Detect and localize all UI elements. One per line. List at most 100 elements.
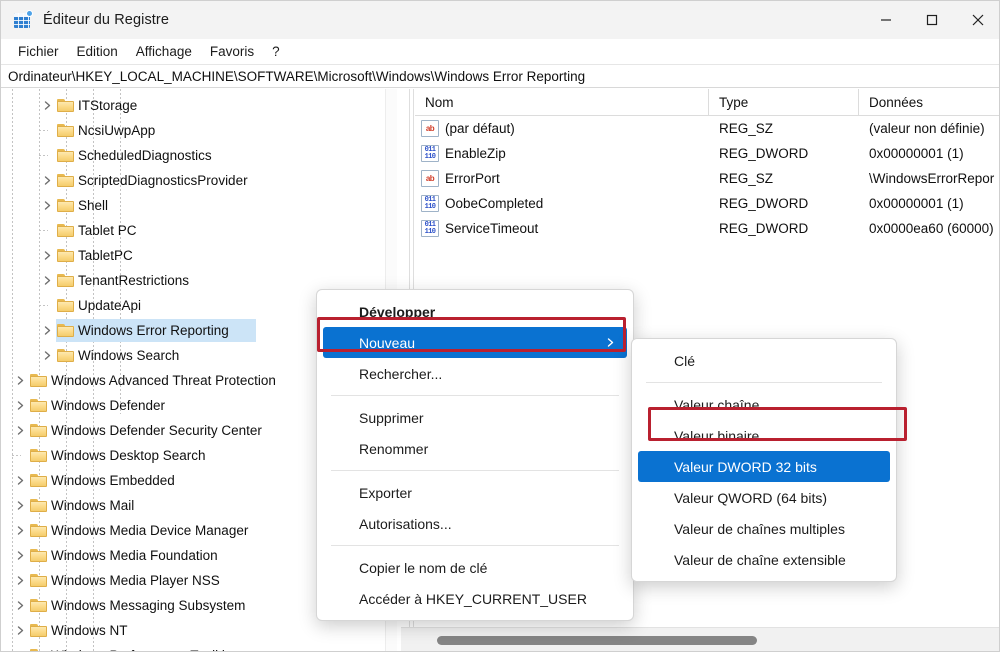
- values-scrollbar-thumb[interactable]: [437, 636, 757, 645]
- tree-item-windows-performance-toolkit[interactable]: Windows Performance Toolkit: [1, 643, 397, 651]
- chevron-right-icon[interactable]: [39, 93, 55, 118]
- menu-edition[interactable]: Edition: [68, 41, 127, 62]
- chevron-right-icon[interactable]: [12, 568, 28, 593]
- chevron-right-icon[interactable]: [39, 318, 55, 343]
- tree-item-tabletpc[interactable]: TabletPC: [1, 243, 397, 268]
- submenu-valeur-cha-ne[interactable]: Valeur chaîne: [632, 389, 896, 420]
- chevron-right-icon[interactable]: [12, 618, 28, 643]
- title-bar: Éditeur du Registre: [1, 1, 999, 39]
- tree-indent-spacer: [1, 243, 39, 268]
- folder-icon: [55, 343, 75, 368]
- tree-item-label: UpdateApi: [78, 298, 142, 313]
- submenu-valeur-qword-64-bits[interactable]: Valeur QWORD (64 bits): [632, 482, 896, 513]
- menu-copier-le-nom-de-cl[interactable]: Copier le nom de clé: [317, 552, 633, 583]
- tree-item-label: TenantRestrictions: [78, 273, 190, 288]
- menu-favoris[interactable]: Favoris: [201, 41, 263, 62]
- tree-item-label: NcsiUwpApp: [78, 123, 156, 138]
- value-row[interactable]: ab ErrorPort REG_SZ \WindowsErrorRepor: [415, 166, 999, 191]
- value-row[interactable]: 011 110 EnableZip REG_DWORD 0x00000001 (1): [415, 141, 999, 166]
- value-data: 0x00000001 (1): [869, 146, 964, 161]
- menu-d-velopper[interactable]: Développer: [317, 296, 633, 327]
- tree-item-label: Shell: [78, 198, 109, 213]
- tree-item-ncsiuwpapp[interactable]: NcsiUwpApp: [1, 118, 397, 143]
- value-row[interactable]: 011 110 ServiceTimeout REG_DWORD 0x0000ea60 …: [415, 216, 999, 241]
- chevron-right-icon[interactable]: [39, 343, 55, 368]
- tree-item-label: Windows Search: [78, 348, 180, 363]
- new-submenu[interactable]: Clé Valeur chaîne Valeur binaire Valeur DWO…: [631, 338, 897, 582]
- chevron-right-icon[interactable]: [39, 243, 55, 268]
- chevron-right-icon[interactable]: [12, 643, 28, 651]
- chevron-right-icon[interactable]: [12, 418, 28, 443]
- close-button[interactable]: [955, 1, 999, 39]
- chevron-right-icon[interactable]: [12, 393, 28, 418]
- menu-acc-der-hkey-current-user[interactable]: Accéder à HKEY_CURRENT_USER: [317, 583, 633, 614]
- value-row[interactable]: ab (par défaut) REG_SZ (valeur non définie): [415, 116, 999, 141]
- reg-sz-icon: ab: [415, 120, 445, 137]
- menu-item-label: Exporter: [359, 484, 412, 501]
- chevron-right-icon[interactable]: [39, 168, 55, 193]
- submenu-cl[interactable]: Clé: [632, 345, 896, 376]
- tree-item-label: Windows Mail: [51, 498, 135, 513]
- menu-supprimer[interactable]: Supprimer: [317, 402, 633, 433]
- menu-item-label: Valeur de chaîne extensible: [674, 551, 846, 568]
- tree-item-scheduleddiagnostics[interactable]: ScheduledDiagnostics: [1, 143, 397, 168]
- tree-leaf-connector: [12, 443, 28, 468]
- submenu-valeur-de-cha-nes-multiples[interactable]: Valeur de chaînes multiples: [632, 513, 896, 544]
- tree-indent-spacer: [1, 393, 12, 418]
- value-row[interactable]: 011 110 OobeCompleted REG_DWORD 0x00000001 (…: [415, 191, 999, 216]
- chevron-right-icon[interactable]: [39, 193, 55, 218]
- tree-item-label: ScheduledDiagnostics: [78, 148, 212, 163]
- menu-rechercher[interactable]: Rechercher...: [317, 358, 633, 389]
- tree-indent-spacer: [1, 193, 39, 218]
- tree-item-label: Windows Defender: [51, 398, 166, 413]
- values-list-body[interactable]: ab (par défaut) REG_SZ (valeur non définie)…: [415, 116, 999, 241]
- menu-item-label: Nouveau: [359, 334, 416, 351]
- menu-affichage[interactable]: Affichage: [127, 41, 201, 62]
- registry-path-text: Ordinateur\HKEY_LOCAL_MACHINE\SOFTWARE\M…: [8, 68, 586, 84]
- menu-exporter[interactable]: Exporter: [317, 477, 633, 508]
- tree-item-tablet-pc[interactable]: Tablet PC: [1, 218, 397, 243]
- submenu-valeur-dword-32-bits[interactable]: Valeur DWORD 32 bits: [638, 451, 890, 482]
- column-header-type[interactable]: Type: [709, 89, 859, 115]
- chevron-right-icon[interactable]: [12, 543, 28, 568]
- chevron-right-icon[interactable]: [12, 468, 28, 493]
- chevron-right-icon[interactable]: [12, 593, 28, 618]
- address-bar[interactable]: Ordinateur\HKEY_LOCAL_MACHINE\SOFTWARE\M…: [1, 64, 999, 88]
- column-header-name[interactable]: Nom: [415, 89, 709, 115]
- tree-indent-spacer: [1, 618, 12, 643]
- column-header-data[interactable]: Données: [859, 89, 999, 115]
- chevron-right-icon[interactable]: [12, 518, 28, 543]
- submenu-valeur-binaire[interactable]: Valeur binaire: [632, 420, 896, 451]
- tree-item-label: Windows Advanced Threat Protection: [51, 373, 276, 388]
- chevron-right-icon[interactable]: [12, 368, 28, 393]
- menu-aide[interactable]: ?: [263, 41, 289, 62]
- tree-item-label: Windows Error Reporting: [78, 323, 229, 338]
- tree-indent-spacer: [1, 168, 39, 193]
- chevron-right-icon[interactable]: [12, 493, 28, 518]
- chevron-right-icon[interactable]: [39, 268, 55, 293]
- context-menu[interactable]: Développer Nouveau Rechercher... Supprimer R…: [316, 289, 634, 621]
- values-horizontal-scrollbar[interactable]: [415, 627, 999, 651]
- tree-item-shell[interactable]: Shell: [1, 193, 397, 218]
- tree-item-windows-nt[interactable]: Windows NT: [1, 618, 397, 643]
- menu-item-label: Clé: [674, 352, 696, 369]
- tree-item-label: Windows Media Player NSS: [51, 573, 220, 588]
- minimize-button[interactable]: [863, 1, 909, 39]
- menu-nouveau[interactable]: Nouveau: [323, 327, 627, 358]
- tree-item-itstorage[interactable]: ITStorage: [1, 93, 397, 118]
- tree-indent-spacer: [1, 543, 12, 568]
- menu-item-label: Valeur DWORD 32 bits: [674, 458, 817, 475]
- submenu-valeur-de-cha-ne-extensible[interactable]: Valeur de chaîne extensible: [632, 544, 896, 575]
- reg-dword-icon: 011 110: [415, 195, 445, 212]
- menu-fichier[interactable]: Fichier: [9, 41, 68, 62]
- folder-icon: [28, 618, 48, 643]
- tree-indent-spacer: [1, 143, 39, 168]
- maximize-button[interactable]: [909, 1, 955, 39]
- menu-item-label: Valeur chaîne: [674, 396, 760, 413]
- menu-separator: [646, 382, 882, 383]
- menu-autorisations[interactable]: Autorisations...: [317, 508, 633, 539]
- tree-item-scripteddiagnosticsprovider[interactable]: ScriptedDiagnosticsProvider: [1, 168, 397, 193]
- tree-indent-spacer: [1, 293, 39, 318]
- menu-renommer[interactable]: Renommer: [317, 433, 633, 464]
- tree-indent-spacer: [1, 218, 39, 243]
